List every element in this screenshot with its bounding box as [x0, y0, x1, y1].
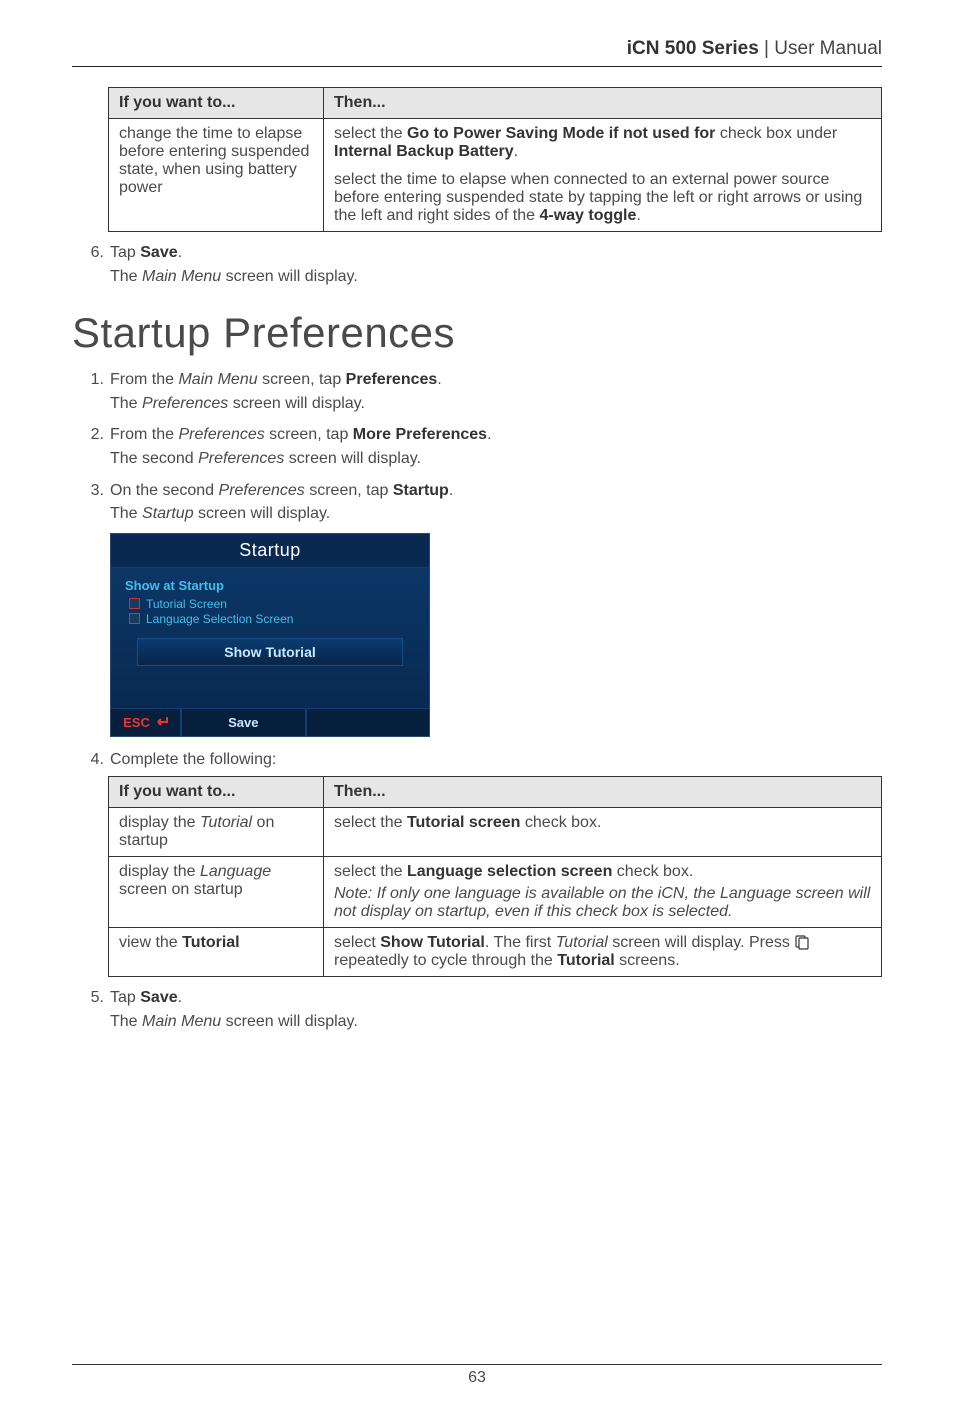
startup-options-table: If you want to... Then... display the Tu… [108, 776, 882, 977]
show-tutorial-button[interactable]: Show Tutorial [137, 638, 403, 666]
table1-want-cell: change the time to elapse before enterin… [109, 119, 324, 232]
running-header: iCN 500 Series | User Manual [72, 38, 882, 67]
content-area: If you want to... Then... change the tim… [72, 87, 882, 1033]
step-5: 5. Tap Save. The Main Menu screen will d… [88, 987, 882, 1032]
checkbox-icon [129, 598, 140, 609]
step-1: 1.From the Main Menu screen, tap Prefere… [88, 369, 882, 414]
step-3: 3.On the second Preferences screen, tap … [88, 480, 882, 525]
section-heading: Startup Preferences [72, 309, 882, 357]
checkbox-icon [129, 613, 140, 624]
device-heading: Show at Startup [125, 578, 415, 593]
page-icon [794, 934, 810, 950]
esc-button[interactable]: ESC [111, 709, 181, 736]
table1-header-want: If you want to... [109, 88, 324, 119]
table-row: view the Tutorial select Show Tutorial. … [109, 928, 882, 977]
return-arrow-icon [154, 716, 168, 728]
step-6: 6. Tap Save. The Main Menu screen will d… [88, 242, 882, 287]
table-row: display the Tutorial on startup select t… [109, 808, 882, 857]
table2-header-then: Then... [324, 777, 882, 808]
table-row: change the time to elapse before enterin… [109, 119, 882, 232]
power-saving-table: If you want to... Then... change the tim… [108, 87, 882, 232]
table-row: display the Language screen on startup s… [109, 857, 882, 928]
product-name: iCN 500 Series [627, 38, 759, 59]
checkbox-language-screen[interactable]: Language Selection Screen [125, 612, 415, 626]
step-2: 2.From the Preferences screen, tap More … [88, 424, 882, 469]
table2-header-want: If you want to... [109, 777, 324, 808]
table1-header-then: Then... [324, 88, 882, 119]
step-4: 4. Complete the following: [88, 749, 882, 771]
table1-then-cell: select the Go to Power Saving Mode if no… [324, 119, 882, 232]
save-button[interactable]: Save [181, 709, 306, 736]
checkbox-tutorial-screen[interactable]: Tutorial Screen [125, 597, 415, 611]
page-number: 63 [72, 1364, 882, 1387]
device-frame: Startup Show at Startup Tutorial Screen … [110, 533, 430, 737]
device-title: Startup [111, 534, 429, 568]
page: iCN 500 Series | User Manual If you want… [0, 0, 954, 1417]
device-screenshot: Startup Show at Startup Tutorial Screen … [110, 533, 882, 737]
